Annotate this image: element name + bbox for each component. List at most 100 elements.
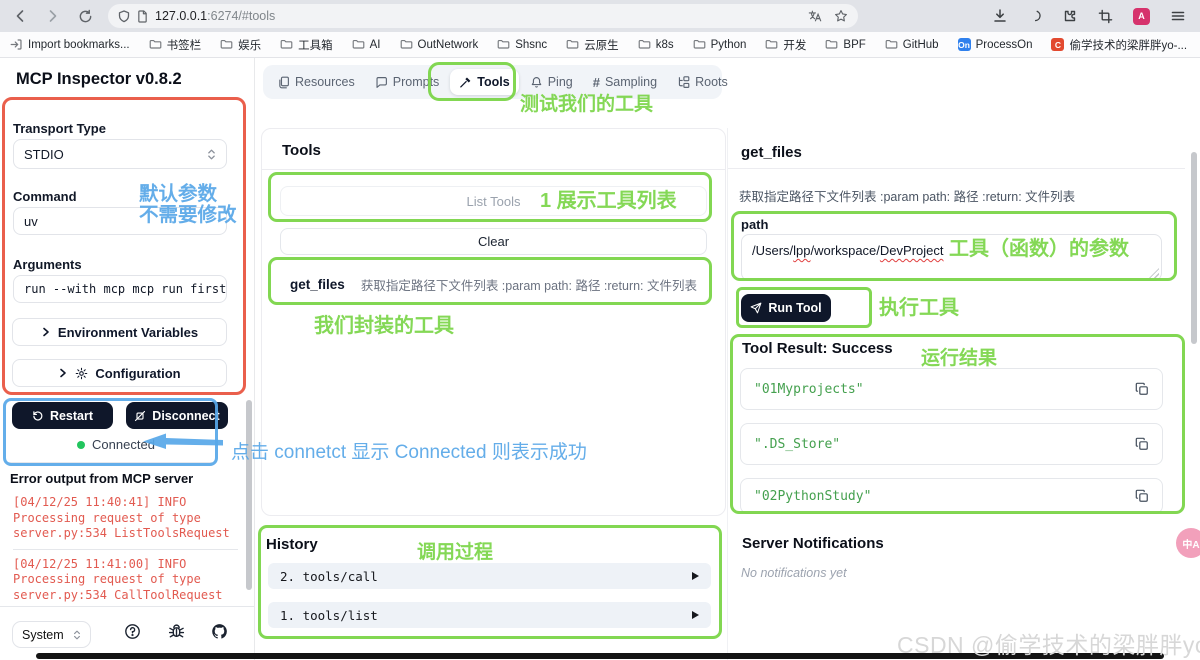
environment-variables-label: Environment Variables — [58, 325, 198, 340]
bookmark-item[interactable]: 书签栏 — [149, 37, 202, 53]
history-item-label: 2. tools/call — [280, 569, 378, 584]
bookmark-item[interactable]: AI — [352, 38, 381, 51]
url-host: 127.0.0.1 — [155, 9, 207, 23]
arguments-input[interactable]: run --with mcp mcp run first_| — [13, 275, 227, 303]
help-icon[interactable] — [124, 623, 141, 640]
theme-select-value: System — [22, 628, 64, 642]
tools-panel: Tools List Tools Clear get_files 获取指定路径下… — [261, 128, 726, 516]
tab-item[interactable]: Resources — [268, 69, 364, 95]
history-item-label: 1. tools/list — [280, 608, 378, 623]
screen: 127.0.0.1:6274/#tools A Import bookmarks… — [0, 0, 1200, 660]
copy-icon[interactable] — [1135, 437, 1149, 451]
menu-icon[interactable] — [1170, 8, 1186, 24]
folder-icon — [497, 38, 510, 51]
back-icon[interactable] — [12, 8, 28, 24]
transport-type-select[interactable]: STDIO — [13, 139, 227, 169]
tab-item[interactable]: Roots — [668, 69, 737, 95]
page-icon[interactable] — [137, 10, 148, 23]
arguments-value: run --with mcp mcp run first_| — [24, 282, 227, 296]
list-tools-button[interactable]: List Tools — [280, 186, 707, 216]
tab-item[interactable]: Tools — [450, 69, 518, 95]
divider — [8, 462, 212, 463]
bookmark-item[interactable]: 开发 — [765, 37, 806, 53]
bookmark-item[interactable]: On ProcessOn — [958, 38, 1033, 51]
tab-item[interactable]: Prompts — [366, 69, 449, 95]
tab-label: Prompts — [393, 75, 440, 89]
folder-icon — [825, 38, 838, 51]
run-tool-button[interactable]: Run Tool — [741, 294, 831, 322]
bookmark-item[interactable]: Python — [693, 38, 747, 51]
select-chevrons-icon — [207, 148, 216, 161]
sidebar-scrollbar[interactable] — [246, 400, 252, 590]
chevron-right-icon — [41, 327, 51, 337]
run-tool-label: Run Tool — [768, 301, 821, 315]
address-bar[interactable]: 127.0.0.1:6274/#tools — [108, 4, 858, 28]
bookmark-item[interactable]: 娱乐 — [220, 37, 261, 53]
copy-icon[interactable] — [1135, 489, 1149, 503]
translate-float-button[interactable]: 中A — [1176, 528, 1200, 558]
tab-label: Resources — [295, 75, 355, 89]
tool-result-value: ".DS_Store" — [754, 437, 840, 452]
bug-icon[interactable] — [168, 623, 185, 640]
folder-icon — [280, 38, 293, 51]
site-shield-icon[interactable] — [118, 10, 130, 23]
copy-icon[interactable] — [1135, 382, 1149, 396]
tools-icon — [459, 76, 472, 89]
folder-icon — [566, 38, 579, 51]
bookmark-item[interactable]: Shsnc — [497, 38, 547, 51]
bookmark-item[interactable]: 云原生 — [566, 37, 619, 53]
bookmark-item[interactable]: BPF — [825, 38, 865, 51]
page: MCP Inspector v0.8.2 Transport Type STDI… — [0, 58, 1200, 660]
bookmark-item[interactable]: C 偷学技术的梁胖胖yo-... — [1051, 37, 1187, 53]
bookmark-item[interactable]: OutNetwork — [400, 38, 479, 51]
reload-icon[interactable] — [78, 9, 93, 24]
tool-result-item: "02PythonStudy" — [740, 478, 1163, 514]
bookmark-item[interactable]: 工具箱 — [280, 37, 333, 53]
folder-icon — [765, 38, 778, 51]
github-icon[interactable] — [211, 623, 228, 640]
tool-result-header: Tool Result: Success — [742, 340, 893, 357]
bookmark-item[interactable]: GitHub — [885, 38, 939, 51]
bookmark-star-icon[interactable] — [834, 9, 848, 23]
bookmark-item[interactable]: Import bookmarks... — [10, 38, 130, 51]
connection-status-label: Connected — [92, 437, 155, 452]
selected-tool-title: get_files — [741, 144, 802, 161]
expand-arrow-icon — [692, 572, 699, 580]
forward-icon[interactable] — [45, 8, 61, 24]
download-icon[interactable] — [992, 8, 1008, 24]
translate-page-icon[interactable] — [808, 9, 822, 23]
tab-label: Tools — [477, 75, 509, 89]
connection-status: Connected — [0, 437, 232, 452]
history-item[interactable]: 2. tools/call — [268, 563, 711, 589]
profile-arc-icon[interactable] — [1028, 9, 1042, 23]
window-bottom-edge — [36, 653, 1164, 659]
bookmark-label: 云原生 — [584, 37, 619, 53]
disconnect-button[interactable]: Disconnect — [126, 402, 228, 429]
bookmark-label: 偷学技术的梁胖胖yo-... — [1069, 37, 1187, 53]
command-input[interactable]: uv — [13, 207, 227, 235]
url-path: :6274/#tools — [207, 9, 275, 23]
theme-select[interactable]: System — [12, 621, 91, 648]
tool-result-item: ".DS_Store" — [740, 423, 1163, 465]
tool-list-item[interactable]: get_files 获取指定路径下文件列表 :param path: 路径 :r… — [280, 265, 707, 303]
tab-item[interactable]: Ping — [521, 69, 582, 95]
gear-icon — [75, 367, 88, 380]
path-input[interactable]: /Users/lpp/workspace/DevProject — [741, 234, 1162, 281]
clear-button[interactable]: Clear — [280, 228, 707, 255]
extensions-icon[interactable] — [1062, 8, 1078, 24]
configuration-button[interactable]: Configuration — [12, 359, 227, 387]
tool-description: 获取指定路径下文件列表 :param path: 路径 :return: 文件列… — [361, 275, 697, 294]
folder-icon — [885, 38, 898, 51]
restart-button[interactable]: Restart — [12, 402, 113, 429]
bookmark-item[interactable]: k8s — [638, 38, 674, 51]
history-item[interactable]: 1. tools/list — [268, 602, 711, 628]
environment-variables-button[interactable]: Environment Variables — [12, 318, 227, 346]
bookmark-label: BPF — [843, 39, 865, 51]
tool-result-value: "01Myprojects" — [754, 382, 864, 397]
crop-icon[interactable] — [1098, 9, 1113, 24]
folder-icon — [638, 38, 651, 51]
translate-extension-icon[interactable]: A — [1133, 8, 1150, 25]
bookmark-badge-icon: On — [958, 38, 971, 51]
tab-item[interactable]: # Sampling — [584, 69, 666, 96]
main-scrollbar[interactable] — [1191, 152, 1197, 344]
